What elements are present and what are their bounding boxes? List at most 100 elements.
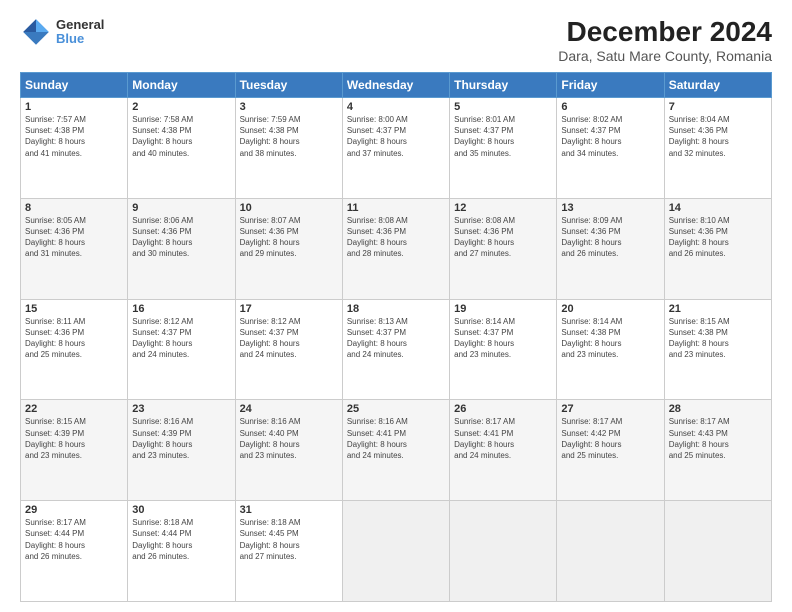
day-info: Sunrise: 8:12 AM Sunset: 4:37 PM Dayligh… xyxy=(240,316,338,361)
table-row: 23Sunrise: 8:16 AM Sunset: 4:39 PM Dayli… xyxy=(128,400,235,501)
day-number: 15 xyxy=(25,303,123,315)
table-row: 9Sunrise: 8:06 AM Sunset: 4:36 PM Daylig… xyxy=(128,198,235,299)
table-row: 19Sunrise: 8:14 AM Sunset: 4:37 PM Dayli… xyxy=(450,299,557,400)
table-row: 13Sunrise: 8:09 AM Sunset: 4:36 PM Dayli… xyxy=(557,198,664,299)
header-tuesday: Tuesday xyxy=(235,73,342,98)
title-block: December 2024 Dara, Satu Mare County, Ro… xyxy=(558,16,772,64)
table-row: 5Sunrise: 8:01 AM Sunset: 4:37 PM Daylig… xyxy=(450,98,557,199)
header-saturday: Saturday xyxy=(664,73,771,98)
day-number: 25 xyxy=(347,403,445,415)
day-number: 24 xyxy=(240,403,338,415)
day-info: Sunrise: 8:01 AM Sunset: 4:37 PM Dayligh… xyxy=(454,114,552,159)
day-info: Sunrise: 8:18 AM Sunset: 4:45 PM Dayligh… xyxy=(240,517,338,562)
day-info: Sunrise: 8:17 AM Sunset: 4:43 PM Dayligh… xyxy=(669,416,767,461)
header: General Blue December 2024 Dara, Satu Ma… xyxy=(20,16,772,64)
table-row: 16Sunrise: 8:12 AM Sunset: 4:37 PM Dayli… xyxy=(128,299,235,400)
table-row: 14Sunrise: 8:10 AM Sunset: 4:36 PM Dayli… xyxy=(664,198,771,299)
table-row: 27Sunrise: 8:17 AM Sunset: 4:42 PM Dayli… xyxy=(557,400,664,501)
logo: General Blue xyxy=(20,16,104,48)
calendar-week-row: 15Sunrise: 8:11 AM Sunset: 4:36 PM Dayli… xyxy=(21,299,772,400)
day-number: 11 xyxy=(347,202,445,214)
day-info: Sunrise: 8:06 AM Sunset: 4:36 PM Dayligh… xyxy=(132,215,230,260)
calendar-week-row: 8Sunrise: 8:05 AM Sunset: 4:36 PM Daylig… xyxy=(21,198,772,299)
day-info: Sunrise: 7:57 AM Sunset: 4:38 PM Dayligh… xyxy=(25,114,123,159)
day-info: Sunrise: 8:16 AM Sunset: 4:39 PM Dayligh… xyxy=(132,416,230,461)
logo-line1: General xyxy=(56,18,104,32)
day-info: Sunrise: 8:05 AM Sunset: 4:36 PM Dayligh… xyxy=(25,215,123,260)
day-number: 30 xyxy=(132,504,230,516)
day-number: 20 xyxy=(561,303,659,315)
table-row xyxy=(450,501,557,602)
day-info: Sunrise: 8:15 AM Sunset: 4:38 PM Dayligh… xyxy=(669,316,767,361)
day-info: Sunrise: 8:09 AM Sunset: 4:36 PM Dayligh… xyxy=(561,215,659,260)
table-row: 10Sunrise: 8:07 AM Sunset: 4:36 PM Dayli… xyxy=(235,198,342,299)
day-info: Sunrise: 8:18 AM Sunset: 4:44 PM Dayligh… xyxy=(132,517,230,562)
table-row: 28Sunrise: 8:17 AM Sunset: 4:43 PM Dayli… xyxy=(664,400,771,501)
day-info: Sunrise: 8:14 AM Sunset: 4:37 PM Dayligh… xyxy=(454,316,552,361)
logo-text: General Blue xyxy=(56,18,104,47)
header-friday: Friday xyxy=(557,73,664,98)
day-number: 29 xyxy=(25,504,123,516)
day-info: Sunrise: 8:13 AM Sunset: 4:37 PM Dayligh… xyxy=(347,316,445,361)
day-info: Sunrise: 8:17 AM Sunset: 4:44 PM Dayligh… xyxy=(25,517,123,562)
table-row: 12Sunrise: 8:08 AM Sunset: 4:36 PM Dayli… xyxy=(450,198,557,299)
table-row: 24Sunrise: 8:16 AM Sunset: 4:40 PM Dayli… xyxy=(235,400,342,501)
day-info: Sunrise: 8:16 AM Sunset: 4:40 PM Dayligh… xyxy=(240,416,338,461)
header-wednesday: Wednesday xyxy=(342,73,449,98)
table-row: 25Sunrise: 8:16 AM Sunset: 4:41 PM Dayli… xyxy=(342,400,449,501)
day-info: Sunrise: 8:12 AM Sunset: 4:37 PM Dayligh… xyxy=(132,316,230,361)
table-row: 3Sunrise: 7:59 AM Sunset: 4:38 PM Daylig… xyxy=(235,98,342,199)
table-row: 7Sunrise: 8:04 AM Sunset: 4:36 PM Daylig… xyxy=(664,98,771,199)
day-number: 23 xyxy=(132,403,230,415)
day-number: 2 xyxy=(132,101,230,113)
day-number: 13 xyxy=(561,202,659,214)
day-info: Sunrise: 7:58 AM Sunset: 4:38 PM Dayligh… xyxy=(132,114,230,159)
day-info: Sunrise: 8:15 AM Sunset: 4:39 PM Dayligh… xyxy=(25,416,123,461)
table-row: 6Sunrise: 8:02 AM Sunset: 4:37 PM Daylig… xyxy=(557,98,664,199)
day-info: Sunrise: 8:02 AM Sunset: 4:37 PM Dayligh… xyxy=(561,114,659,159)
day-number: 17 xyxy=(240,303,338,315)
day-number: 4 xyxy=(347,101,445,113)
table-row: 15Sunrise: 8:11 AM Sunset: 4:36 PM Dayli… xyxy=(21,299,128,400)
calendar-table: Sunday Monday Tuesday Wednesday Thursday… xyxy=(20,72,772,602)
day-number: 6 xyxy=(561,101,659,113)
day-info: Sunrise: 7:59 AM Sunset: 4:38 PM Dayligh… xyxy=(240,114,338,159)
day-number: 19 xyxy=(454,303,552,315)
day-number: 3 xyxy=(240,101,338,113)
table-row: 2Sunrise: 7:58 AM Sunset: 4:38 PM Daylig… xyxy=(128,98,235,199)
day-number: 10 xyxy=(240,202,338,214)
day-info: Sunrise: 8:08 AM Sunset: 4:36 PM Dayligh… xyxy=(454,215,552,260)
table-row: 8Sunrise: 8:05 AM Sunset: 4:36 PM Daylig… xyxy=(21,198,128,299)
day-number: 12 xyxy=(454,202,552,214)
logo-icon xyxy=(20,16,52,48)
day-number: 22 xyxy=(25,403,123,415)
day-number: 27 xyxy=(561,403,659,415)
table-row: 22Sunrise: 8:15 AM Sunset: 4:39 PM Dayli… xyxy=(21,400,128,501)
day-number: 28 xyxy=(669,403,767,415)
header-sunday: Sunday xyxy=(21,73,128,98)
calendar-week-row: 22Sunrise: 8:15 AM Sunset: 4:39 PM Dayli… xyxy=(21,400,772,501)
calendar-title: December 2024 xyxy=(558,16,772,48)
day-number: 21 xyxy=(669,303,767,315)
day-number: 8 xyxy=(25,202,123,214)
day-info: Sunrise: 8:17 AM Sunset: 4:41 PM Dayligh… xyxy=(454,416,552,461)
table-row: 18Sunrise: 8:13 AM Sunset: 4:37 PM Dayli… xyxy=(342,299,449,400)
calendar-header-row: Sunday Monday Tuesday Wednesday Thursday… xyxy=(21,73,772,98)
table-row xyxy=(557,501,664,602)
day-number: 9 xyxy=(132,202,230,214)
table-row: 30Sunrise: 8:18 AM Sunset: 4:44 PM Dayli… xyxy=(128,501,235,602)
header-thursday: Thursday xyxy=(450,73,557,98)
day-info: Sunrise: 8:17 AM Sunset: 4:42 PM Dayligh… xyxy=(561,416,659,461)
header-monday: Monday xyxy=(128,73,235,98)
table-row xyxy=(342,501,449,602)
table-row: 11Sunrise: 8:08 AM Sunset: 4:36 PM Dayli… xyxy=(342,198,449,299)
day-info: Sunrise: 8:00 AM Sunset: 4:37 PM Dayligh… xyxy=(347,114,445,159)
table-row: 20Sunrise: 8:14 AM Sunset: 4:38 PM Dayli… xyxy=(557,299,664,400)
day-info: Sunrise: 8:14 AM Sunset: 4:38 PM Dayligh… xyxy=(561,316,659,361)
day-number: 26 xyxy=(454,403,552,415)
day-number: 1 xyxy=(25,101,123,113)
calendar-week-row: 29Sunrise: 8:17 AM Sunset: 4:44 PM Dayli… xyxy=(21,501,772,602)
table-row: 1Sunrise: 7:57 AM Sunset: 4:38 PM Daylig… xyxy=(21,98,128,199)
day-number: 5 xyxy=(454,101,552,113)
table-row: 31Sunrise: 8:18 AM Sunset: 4:45 PM Dayli… xyxy=(235,501,342,602)
